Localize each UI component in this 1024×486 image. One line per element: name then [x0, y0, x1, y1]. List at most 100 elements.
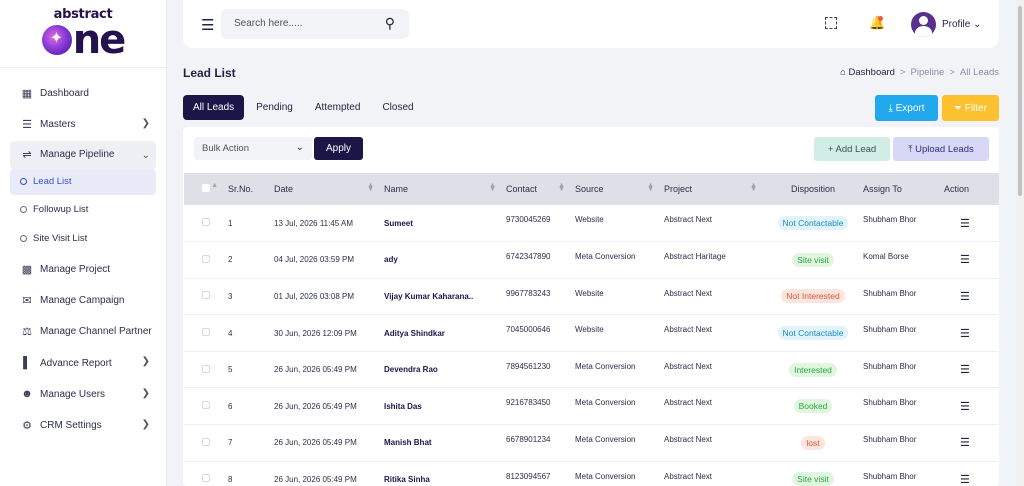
profile-menu[interactable]: Profile ⌄: [942, 19, 982, 30]
sidebar-item-manage-campaign[interactable]: ✉ Manage Campaign: [0, 285, 166, 316]
cell-source: Meta Conversion: [575, 361, 636, 371]
table-row[interactable]: 6 26 Jun, 2026 05:49 PM Ishita Das 92167834…: [184, 388, 999, 425]
column-header-project[interactable]: Project ▲ ▼: [660, 173, 763, 205]
cell-source: Meta Conversion: [575, 252, 636, 262]
action-menu-icon[interactable]: ☰: [944, 437, 970, 449]
sidebar-item-masters[interactable]: ☰ Masters ❯: [0, 109, 166, 140]
brand-logo[interactable]: abstract ne: [0, 0, 166, 68]
add-lead-button[interactable]: + Add Lead: [814, 137, 890, 161]
column-header-label: Contact: [506, 184, 538, 194]
page-scrollbar[interactable]: [1016, 0, 1024, 486]
sidebar-item-crm-settings[interactable]: ⚙ CRM Settings ❯: [0, 410, 166, 441]
sidebar-item-dashboard[interactable]: ▦ Dashboard: [0, 78, 166, 109]
sort-icon[interactable]: ▲ ▼: [647, 182, 654, 193]
cell-contact: 9730045269: [506, 215, 551, 224]
table-row[interactable]: 5 26 Jun, 2026 05:49 PM Devendra Rao 789456…: [184, 351, 999, 388]
row-checkbox[interactable]: [202, 254, 210, 263]
cell-name[interactable]: ady: [380, 242, 502, 279]
sidebar-item-label: Manage Project: [40, 263, 111, 275]
sidebar-subitem-site-visit-list[interactable]: Site Visit List: [0, 224, 166, 254]
bulk-action-select[interactable]: Bulk Action ⌄: [194, 137, 312, 160]
sort-icon[interactable]: ▲ ▼: [750, 182, 757, 193]
cell-source: Meta Conversion: [575, 435, 636, 445]
sidebar-item-advance-report[interactable]: ▌ Advance Report ❯: [0, 347, 166, 378]
column-header-assign-to[interactable]: Assign To: [859, 173, 940, 205]
scrollbar-thumb[interactable]: [1018, 6, 1022, 196]
sort-icon[interactable]: ▲ ▼: [489, 182, 496, 193]
cell-name[interactable]: Ritika Sinha: [380, 461, 502, 486]
chevron-right-icon: ❯: [141, 419, 150, 431]
tab-attempted[interactable]: Attempted: [305, 95, 371, 120]
row-checkbox[interactable]: [202, 401, 210, 410]
column-header-label: Sr.No.: [228, 184, 254, 194]
row-checkbox[interactable]: [202, 474, 210, 483]
column-header-date[interactable]: Date ▲ ▼: [270, 173, 380, 205]
action-menu-icon[interactable]: ☰: [944, 328, 970, 340]
sidebar: abstract ne ▦ Dashboard ☰ Masters ❯ ⇌ Ma…: [0, 0, 167, 486]
sidebar-item-label: Manage Pipeline: [40, 149, 115, 161]
column-header-disposition[interactable]: Disposition: [763, 173, 859, 205]
action-menu-icon[interactable]: ☰: [944, 218, 970, 230]
table-row[interactable]: 8 26 Jun, 2026 05:49 PM Ritika Sinha 812309…: [184, 461, 999, 486]
logo-main-text: ne: [41, 20, 126, 60]
cell-name[interactable]: Aditya Shindkar: [380, 315, 502, 352]
search-input[interactable]: [234, 18, 374, 29]
row-checkbox[interactable]: [202, 218, 210, 227]
sort-icon[interactable]: ▲: [211, 182, 218, 189]
tab-pending[interactable]: Pending: [246, 95, 303, 120]
fullscreen-icon[interactable]: [825, 17, 837, 29]
table-row[interactable]: 2 04 Jul, 2026 03:59 PM ady 6742347890 Meta …: [184, 242, 999, 279]
cell-name[interactable]: Sumeet: [380, 205, 502, 242]
cell-action: ☰: [940, 205, 999, 242]
breadcrumb-pipeline[interactable]: Pipeline: [911, 67, 945, 78]
cell-name[interactable]: Ishita Das: [380, 388, 502, 425]
table-row[interactable]: 3 01 Jul, 2026 03:08 PM Vijay Kumar Kahara…: [184, 278, 999, 315]
column-header-label: Name: [384, 184, 409, 194]
cell-date: 26 Jun, 2026 05:49 PM: [274, 365, 357, 375]
search-icon[interactable]: ⚲: [385, 15, 395, 32]
sidebar-subitem-followup-list[interactable]: Followup List: [0, 195, 166, 225]
sort-icon[interactable]: ▲ ▼: [367, 182, 374, 193]
lead-list-card: Bulk Action ⌄ Apply + Add Lead ⤒ Upload …: [183, 127, 999, 486]
row-checkbox[interactable]: [202, 364, 210, 373]
table-row[interactable]: 4 30 Jun, 2026 12:09 PM Aditya Shindkar 704…: [184, 315, 999, 352]
sidebar-subitem-lead-list[interactable]: Lead List: [10, 168, 156, 195]
action-menu-icon[interactable]: ☰: [944, 254, 970, 266]
chevron-right-icon: ❯: [141, 387, 150, 399]
row-checkbox[interactable]: [202, 328, 210, 337]
sort-icon[interactable]: ▲ ▼: [558, 182, 565, 193]
action-menu-icon[interactable]: ☰: [944, 291, 970, 303]
action-menu-icon[interactable]: ☰: [944, 364, 970, 376]
select-all-checkbox[interactable]: [202, 184, 210, 192]
table-row[interactable]: 1 13 Jul, 2026 11:45 AM Sumeet 9730045269 We…: [184, 205, 999, 242]
sidebar-item-manage-channel-partner[interactable]: ⚖ Manage Channel Partner: [0, 316, 166, 347]
cell-name[interactable]: Devendra Rao: [380, 351, 502, 388]
sidebar-item-manage-pipeline[interactable]: ⇌ Manage Pipeline ⌄: [10, 140, 156, 169]
row-checkbox[interactable]: [202, 437, 210, 446]
column-header-name[interactable]: Name ▲ ▼: [380, 173, 502, 205]
breadcrumb-dashboard[interactable]: Dashboard: [848, 67, 894, 78]
cell-assign-to: Shubham Bhor: [863, 398, 917, 408]
column-header-source[interactable]: Source ▲ ▼: [571, 173, 660, 205]
export-button[interactable]: ⤓ Export: [875, 95, 938, 121]
upload-leads-button[interactable]: ⤒ Upload Leads: [893, 137, 989, 161]
circle-icon: [20, 178, 27, 186]
logo-o-mark: [41, 24, 72, 55]
sidebar-item-manage-project[interactable]: ▩ Manage Project: [0, 254, 166, 285]
cell-name[interactable]: Vijay Kumar Kaharana..: [380, 278, 502, 315]
apply-button[interactable]: Apply: [314, 137, 363, 160]
sidebar-item-manage-users[interactable]: ☻ Manage Users ❯: [0, 379, 166, 410]
filter-button[interactable]: ⏷ Filter: [942, 95, 999, 121]
action-menu-icon[interactable]: ☰: [944, 401, 970, 413]
hamburger-menu-icon[interactable]: ☰: [201, 16, 214, 34]
column-header-srno[interactable]: Sr.No.: [224, 173, 270, 205]
table-row[interactable]: 7 26 Jun, 2026 05:49 PM Manish Bhat 6678901…: [184, 425, 999, 462]
page-title: Lead List: [183, 66, 236, 80]
column-header-contact[interactable]: Contact ▲ ▼: [502, 173, 571, 205]
tab-all-leads[interactable]: All Leads: [183, 95, 245, 120]
avatar[interactable]: [911, 12, 936, 37]
row-checkbox[interactable]: [202, 291, 210, 300]
cell-name[interactable]: Manish Bhat: [380, 425, 502, 462]
tab-closed[interactable]: Closed: [372, 95, 423, 120]
action-menu-icon[interactable]: ☰: [944, 474, 970, 486]
